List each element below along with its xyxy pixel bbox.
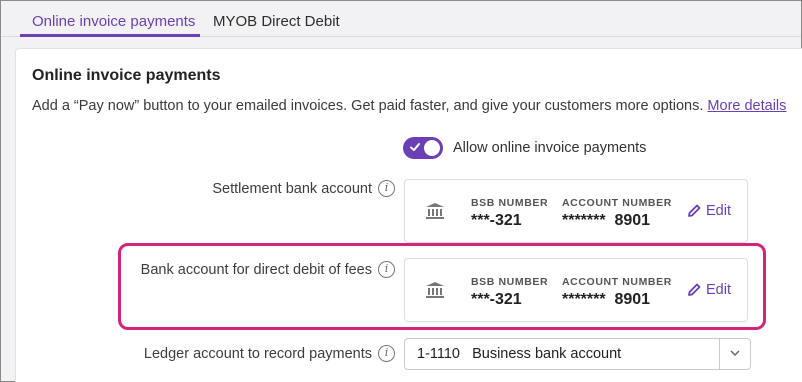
ledger-selected-value: 1-1110 Business bank account xyxy=(417,346,622,362)
tab-bar: Online invoice payments MYOB Direct Debi… xyxy=(1,1,801,37)
ledger-label: Ledger account to record payments xyxy=(143,346,372,362)
info-icon[interactable]: i xyxy=(378,180,395,197)
toggle-knob xyxy=(424,140,440,156)
section-description: Add a “Pay now” button to your emailed i… xyxy=(32,98,786,114)
settlement-edit-button[interactable]: Edit xyxy=(687,203,731,219)
toggle-label: Allow online invoice payments xyxy=(453,140,647,156)
pencil-icon xyxy=(688,204,701,217)
more-details-link[interactable]: More details xyxy=(707,98,786,114)
tab-online-invoice-payments[interactable]: Online invoice payments xyxy=(32,13,195,30)
direct-debit-edit-button[interactable]: Edit xyxy=(687,282,731,298)
chevron-down-icon xyxy=(730,350,740,357)
direct-debit-label: Bank account for direct debit of fees xyxy=(140,262,372,278)
check-icon xyxy=(409,141,421,156)
select-toggle[interactable] xyxy=(719,339,750,369)
bsb-value: ***-321 xyxy=(471,212,522,229)
section-title: Online invoice payments xyxy=(32,67,221,84)
edit-label: Edit xyxy=(706,203,731,219)
bsb-heading: BSB NUMBER xyxy=(471,197,549,209)
tab-myob-direct-debit[interactable]: MYOB Direct Debit xyxy=(213,13,340,30)
bsb-value: ***-321 xyxy=(471,291,522,308)
info-icon[interactable]: i xyxy=(378,261,395,278)
bank-icon xyxy=(425,202,445,225)
ledger-account-select[interactable]: 1-1110 Business bank account xyxy=(404,338,751,370)
direct-debit-bank-card: BSB NUMBER ***-321 ACCOUNT NUMBER ******… xyxy=(404,258,748,322)
account-heading: ACCOUNT NUMBER xyxy=(562,197,672,209)
settlement-bank-card: BSB NUMBER ***-321 ACCOUNT NUMBER ******… xyxy=(404,179,748,243)
account-value: ******* 8901 xyxy=(562,291,651,308)
account-value: ******* 8901 xyxy=(562,212,651,229)
account-heading: ACCOUNT NUMBER xyxy=(562,276,672,288)
settlement-label: Settlement bank account xyxy=(212,181,372,197)
pencil-icon xyxy=(688,283,701,296)
bsb-heading: BSB NUMBER xyxy=(471,276,549,288)
info-icon[interactable]: i xyxy=(378,345,395,362)
bank-icon xyxy=(425,281,445,304)
active-tab-indicator xyxy=(20,34,200,37)
edit-label: Edit xyxy=(706,282,731,298)
description-text: Add a “Pay now” button to your emailed i… xyxy=(32,98,704,114)
allow-payments-toggle[interactable] xyxy=(403,137,443,159)
